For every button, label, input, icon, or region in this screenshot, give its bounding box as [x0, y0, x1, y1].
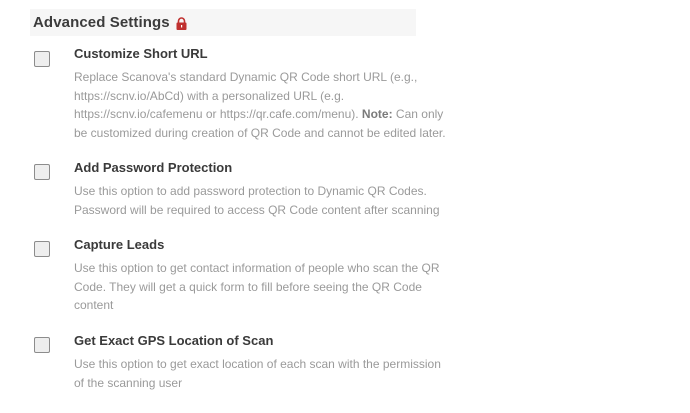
- option-title: Add Password Protection: [74, 160, 233, 175]
- description-line: Use this option to get exact location of…: [74, 357, 441, 371]
- description-line: be customized during creation of QR Code…: [74, 125, 446, 140]
- password-protection-checkbox[interactable]: [34, 164, 50, 180]
- option-description: Replace Scanova's standard Dynamic QR Co…: [74, 68, 519, 142]
- description-text: https://scnv.io/cafemenu or https://qr.c…: [74, 107, 359, 121]
- section-title: Advanced Settings: [33, 14, 170, 31]
- note-text: Can only: [392, 107, 444, 121]
- customize-short-url-checkbox[interactable]: [34, 51, 50, 67]
- description-line: of the scanning user: [74, 375, 183, 390]
- option-description: Use this option to add password protecti…: [74, 182, 519, 219]
- description-line: Code. They will get a quick form to fill…: [74, 279, 422, 294]
- option-title: Capture Leads: [74, 237, 165, 252]
- gps-location-checkbox[interactable]: [34, 337, 50, 353]
- description-line: https://scnv.io/cafemenu or https://qr.c…: [74, 105, 519, 124]
- capture-leads-checkbox[interactable]: [34, 241, 50, 257]
- lock-icon: [176, 17, 187, 30]
- option-description: Use this option to get contact informati…: [74, 259, 519, 315]
- option-description: Use this option to get exact location of…: [74, 355, 519, 392]
- advanced-settings-header: Advanced Settings: [30, 9, 416, 36]
- note-label: Note:: [361, 107, 393, 121]
- description-line: Use this option to get contact informati…: [74, 261, 440, 275]
- description-line: Use this option to add password protecti…: [74, 184, 427, 198]
- description-line: https://scnv.io/AbCd) with a personalize…: [74, 88, 345, 103]
- option-title: Customize Short URL: [74, 46, 208, 61]
- description-line: content: [74, 298, 114, 312]
- option-title: Get Exact GPS Location of Scan: [74, 333, 274, 348]
- description-line: Password will be required to access QR C…: [74, 202, 440, 217]
- description-line: Replace Scanova's standard Dynamic QR Co…: [74, 70, 418, 84]
